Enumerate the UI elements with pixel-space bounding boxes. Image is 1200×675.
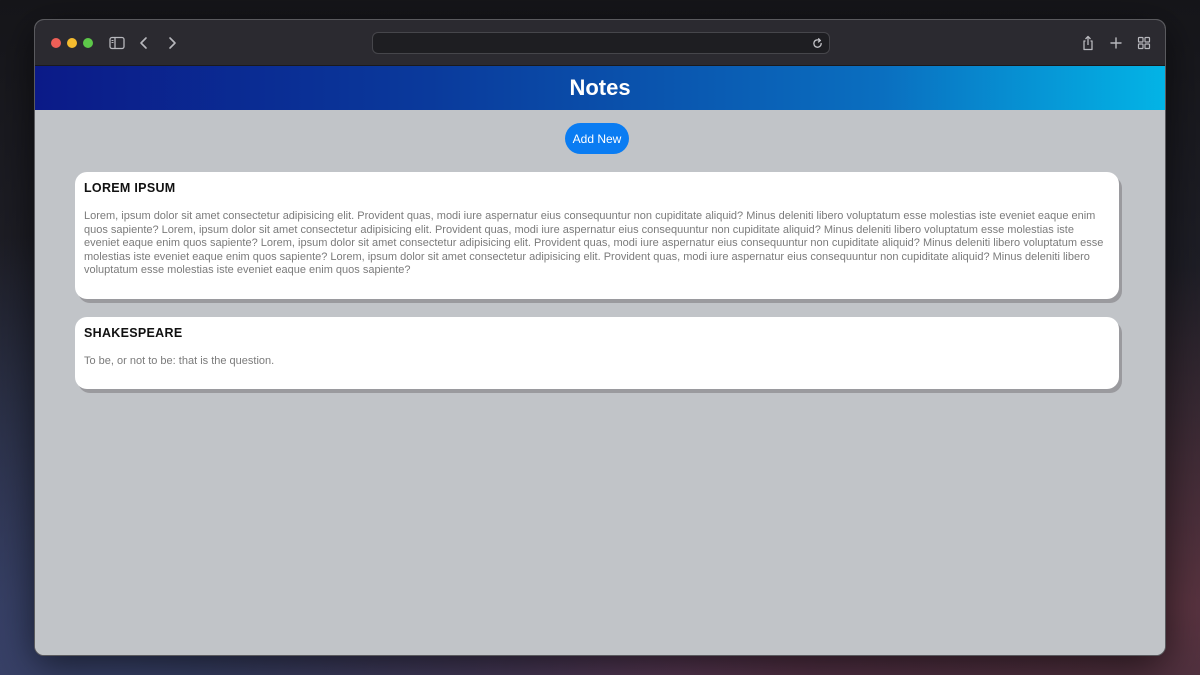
- chevron-left-icon[interactable]: [134, 33, 154, 53]
- reload-icon[interactable]: [810, 36, 824, 50]
- chevron-right-icon[interactable]: [162, 33, 182, 53]
- address-bar[interactable]: [372, 32, 830, 54]
- window-close-button[interactable]: [51, 38, 61, 48]
- plus-icon[interactable]: [1106, 33, 1126, 53]
- note-title: LOREM IPSUM: [84, 181, 176, 195]
- page-content: Notes Add New LOREM IPSUM Lorem, ipsum d…: [35, 66, 1165, 655]
- sidebar-icon[interactable]: [107, 33, 127, 53]
- note-body: To be, or not to be: that is the questio…: [84, 355, 275, 367]
- note-card[interactable]: SHAKESPEARE To be, or not to be: that is…: [75, 317, 1119, 389]
- browser-toolbar: [35, 20, 1165, 66]
- page-title: Notes: [569, 75, 631, 100]
- note-card[interactable]: LOREM IPSUM Lorem, ipsum dolor sit amet …: [75, 172, 1119, 299]
- note-body: Lorem, ipsum dolor sit amet consectetur …: [84, 210, 1104, 276]
- app-header: Notes: [35, 66, 1165, 110]
- window-maximize-button[interactable]: [83, 38, 93, 48]
- tab-grid-icon[interactable]: [1134, 33, 1154, 53]
- note-title: SHAKESPEARE: [84, 326, 183, 340]
- window-minimize-button[interactable]: [67, 38, 77, 48]
- share-icon[interactable]: [1078, 33, 1098, 53]
- add-new-button[interactable]: Add New: [565, 123, 629, 154]
- browser-window: Notes Add New LOREM IPSUM Lorem, ipsum d…: [34, 19, 1166, 656]
